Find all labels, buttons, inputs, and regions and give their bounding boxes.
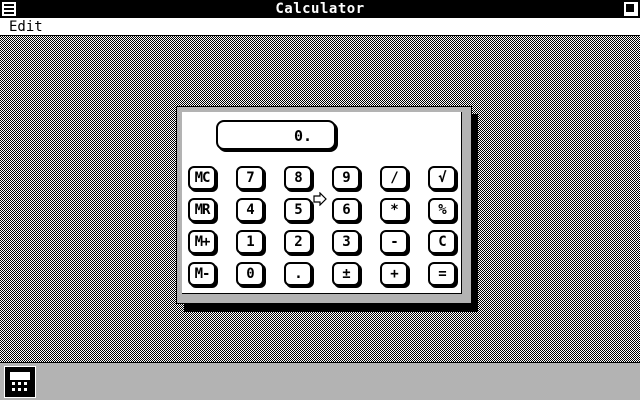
key-memory-recall[interactable]: MR [188,198,216,222]
key-1[interactable]: 1 [236,230,264,254]
key-memory-clear[interactable]: MC [188,166,216,190]
calculator-icon-screen [10,372,30,380]
key-plus-minus[interactable]: ± [332,262,360,286]
key-equals[interactable]: = [428,262,456,286]
calculator-display: 0. [216,120,336,150]
calculator-icon-keys [12,382,28,392]
icon-area [0,362,640,400]
key-memory-add[interactable]: M+ [188,230,216,254]
key-0[interactable]: 0 [236,262,264,286]
key-2[interactable]: 2 [284,230,312,254]
key-percent[interactable]: % [428,198,456,222]
key-divide[interactable]: / [380,166,408,190]
key-multiply[interactable]: * [380,198,408,222]
key-memory-subtract[interactable]: M- [188,262,216,286]
key-decimal[interactable]: . [284,262,312,286]
key-6[interactable]: 6 [332,198,360,222]
key-add[interactable]: + [380,262,408,286]
key-square-root[interactable]: √ [428,166,456,190]
calculator-icon[interactable] [4,366,36,398]
key-5[interactable]: 5 [284,198,312,222]
menu-edit[interactable]: Edit [9,19,43,35]
key-7[interactable]: 7 [236,166,264,190]
key-9[interactable]: 9 [332,166,360,190]
window-title: Calculator [275,1,365,17]
key-8[interactable]: 8 [284,166,312,190]
key-3[interactable]: 3 [332,230,360,254]
menu-bar: Edit [0,18,640,36]
key-4[interactable]: 4 [236,198,264,222]
title-bar[interactable]: Calculator [0,0,640,18]
key-clear[interactable]: C [428,230,456,254]
display-value: 0. [293,127,312,145]
maximize-icon[interactable] [623,1,639,17]
arrow-cursor-icon [313,192,327,206]
key-subtract[interactable]: - [380,230,408,254]
